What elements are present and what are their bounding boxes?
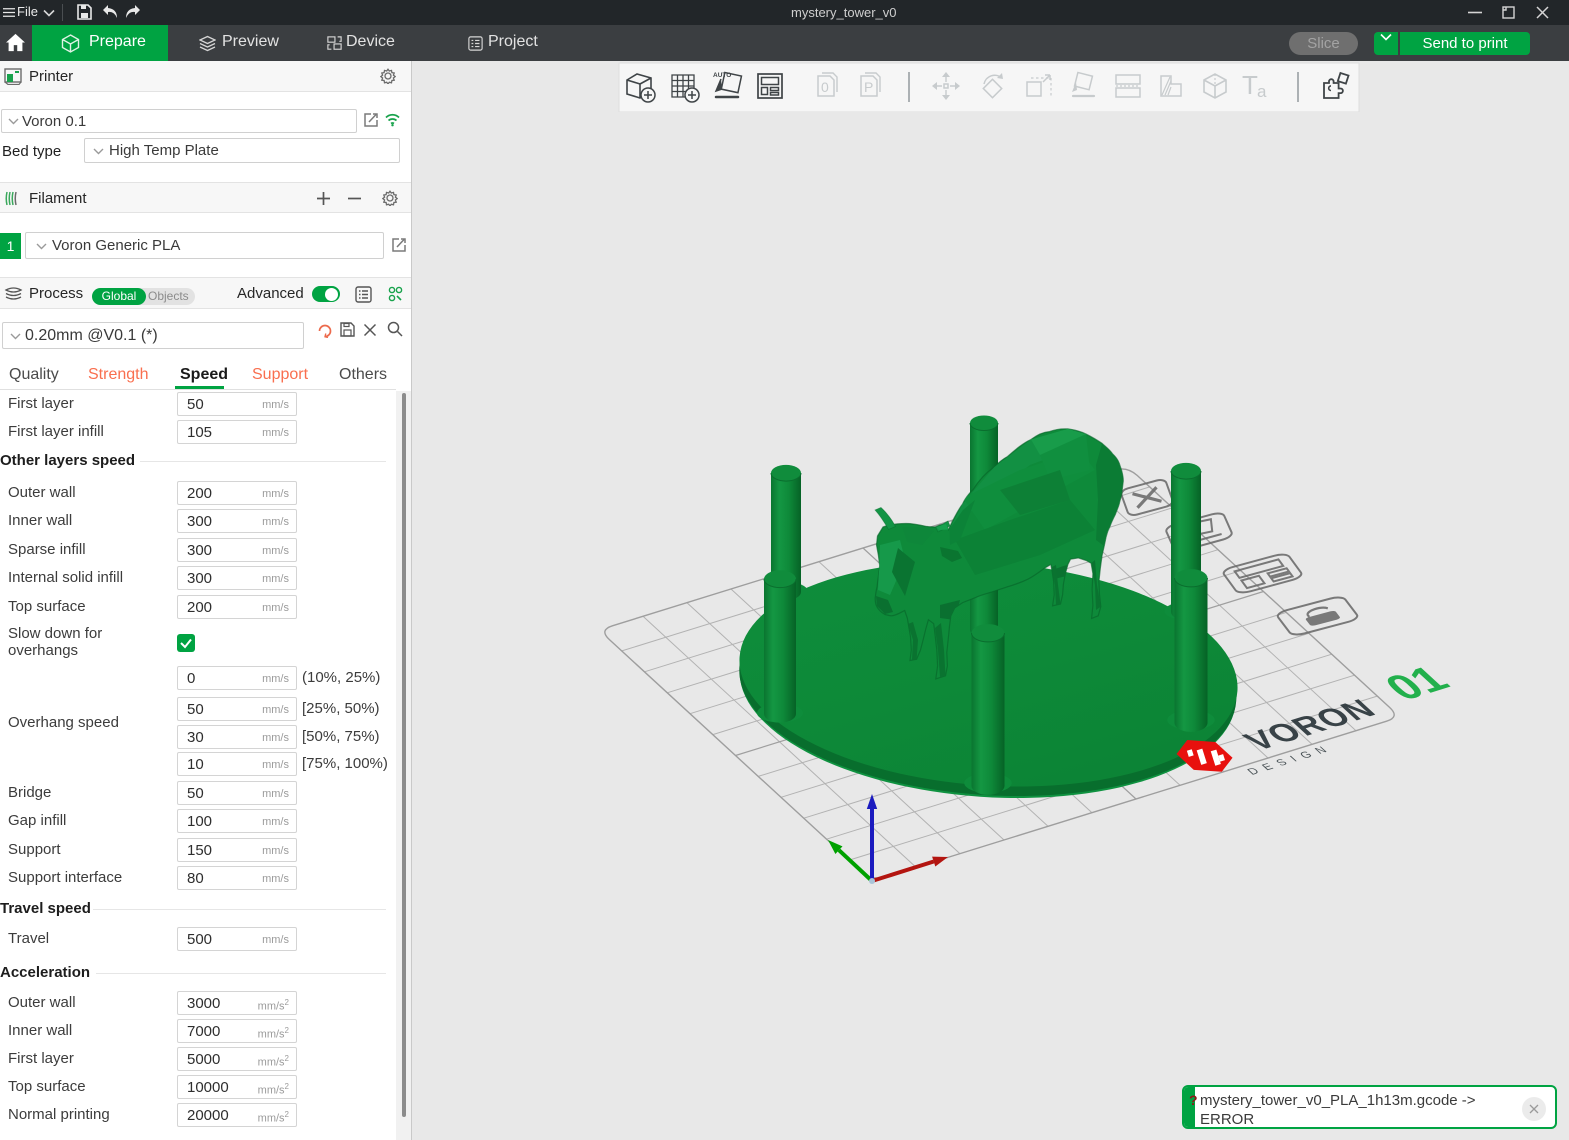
svg-text:T: T [1242, 70, 1258, 100]
svg-text:a: a [1257, 82, 1267, 101]
svg-text:0: 0 [821, 79, 829, 95]
svg-text:VORON: VORON [1236, 693, 1384, 755]
svg-text:P: P [864, 79, 873, 95]
svg-text:01: 01 [1374, 658, 1459, 707]
